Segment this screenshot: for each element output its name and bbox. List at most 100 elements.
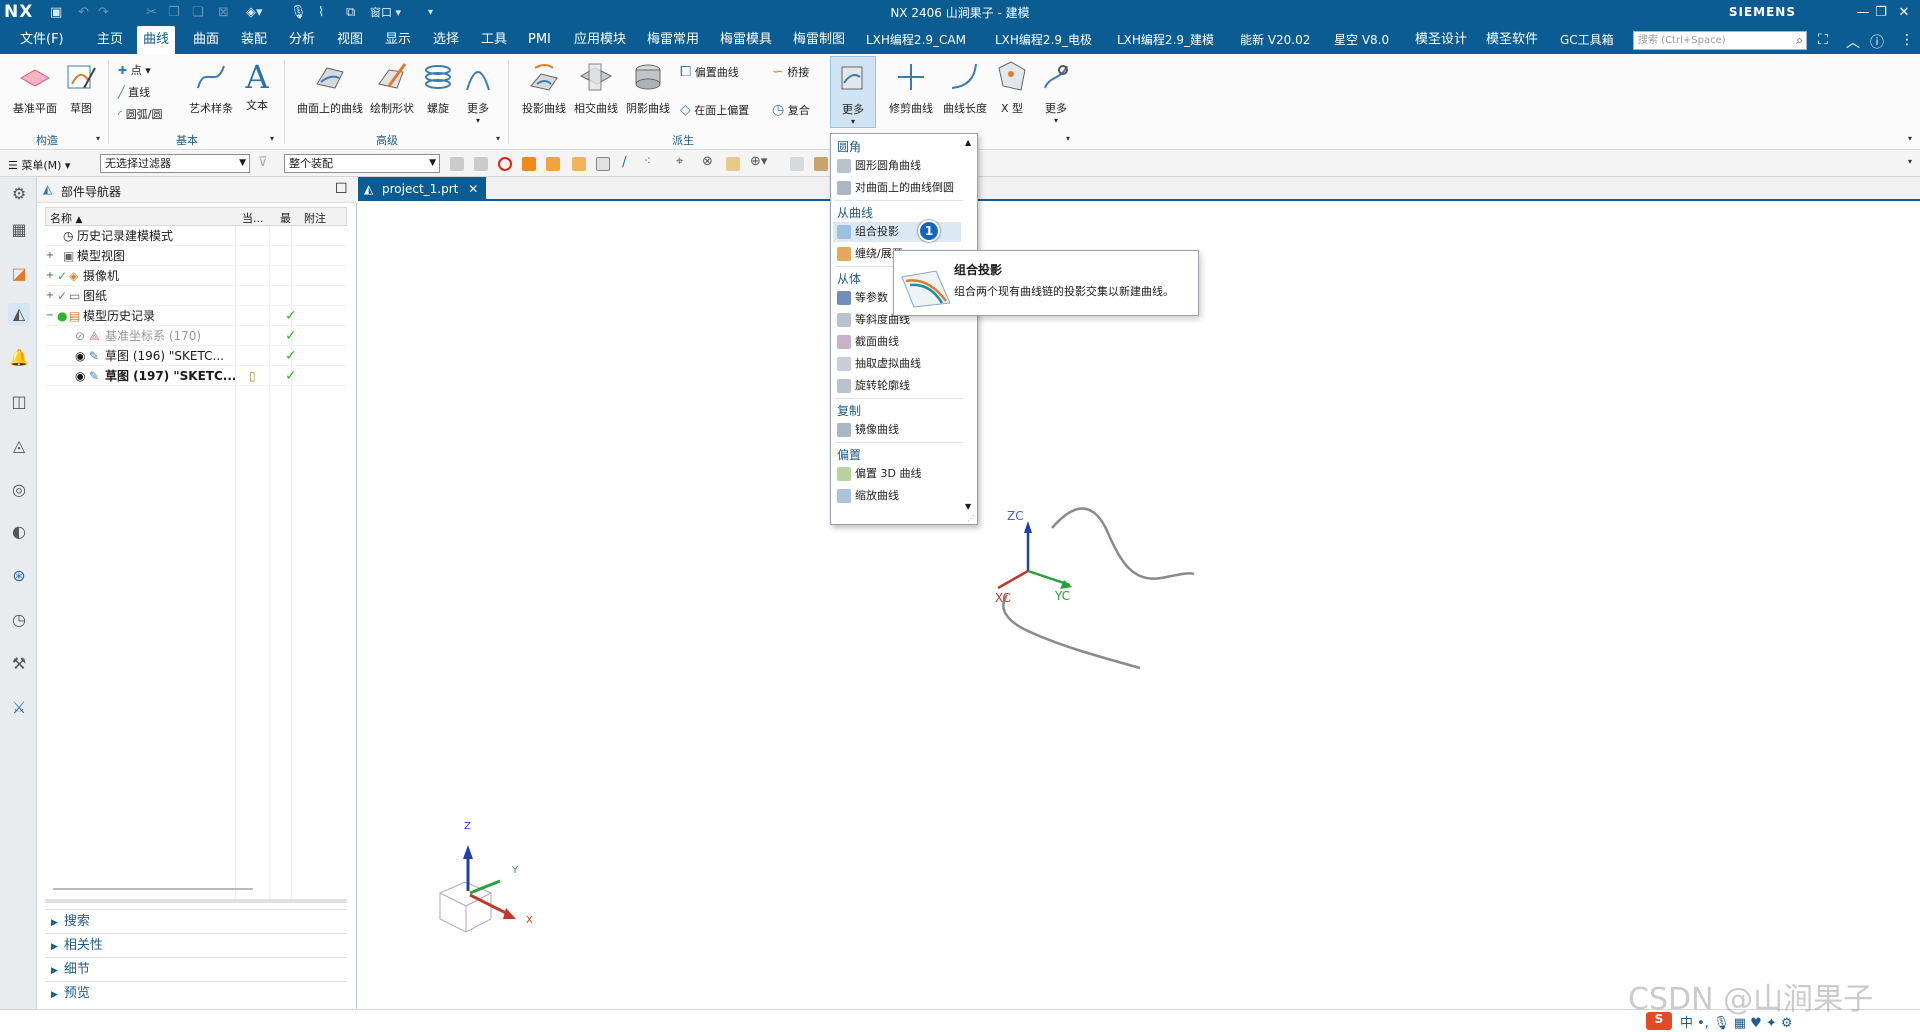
x-form-button[interactable]: X 型 <box>992 60 1032 116</box>
offset-curve-button[interactable]: ⧠ 偏置曲线 <box>680 64 739 80</box>
column-current[interactable]: 当... <box>242 210 264 226</box>
collapse-icon[interactable]: − <box>45 306 55 326</box>
menu-item-extract-virtual-curve[interactable]: 抽取虚拟曲线 <box>833 354 961 374</box>
tab-lxh-modeling[interactable]: LXH编程2.9_建模 <box>1117 26 1214 54</box>
tab-gc-toolbox[interactable]: GC工具箱 <box>1560 26 1614 54</box>
tree-row-cameras[interactable]: + ✓ ◈ 摄像机 <box>45 266 347 286</box>
tab-view[interactable]: 视图 <box>337 26 363 54</box>
select-feature-icon[interactable] <box>450 157 464 171</box>
tab-display[interactable]: 显示 <box>385 26 411 54</box>
assembly-navigator-icon[interactable]: ▦ <box>8 219 30 241</box>
help-icon[interactable]: ⓘ <box>1870 32 1884 52</box>
more-options-icon[interactable]: ⋮ <box>1900 32 1914 48</box>
expand-icon[interactable]: + <box>45 266 55 286</box>
scroll-up-icon[interactable]: ▲ <box>965 138 971 147</box>
project-curve-button[interactable]: 投影曲线 <box>518 60 570 116</box>
select-arc-center-icon[interactable]: ⊗ <box>702 154 713 169</box>
system-materials-icon[interactable]: ⚒ <box>8 653 30 675</box>
no-select-icon[interactable] <box>498 157 512 171</box>
curve-on-surface-button[interactable]: 曲面上的曲线 <box>294 60 366 116</box>
tree-row-sketch-197[interactable]: ◉ ✎ 草图 (197) "SKETC... ▯ ✓ <box>45 366 347 386</box>
tab-meilei-drafting[interactable]: 梅雷制图 <box>793 26 845 54</box>
tab-tools[interactable]: 工具 <box>481 26 507 54</box>
collapse-ribbon-icon[interactable]: ︿ <box>1846 32 1860 52</box>
draw-shape-button[interactable]: 绘制形状 <box>366 60 418 116</box>
triad-y-axis[interactable] <box>469 879 501 895</box>
selection-scope-select[interactable]: 整个装配 ▼ <box>284 154 440 173</box>
more-derived-button[interactable]: 更多 ▾ <box>830 56 876 128</box>
expand-icon[interactable]: + <box>45 286 55 306</box>
select-points-icon[interactable]: ⁖ <box>644 154 651 168</box>
close-icon[interactable]: ✕ <box>1893 3 1915 23</box>
tab-pmi[interactable]: PMI <box>528 26 551 54</box>
column-latest[interactable]: 最 <box>280 210 291 226</box>
tab-mosheng-software[interactable]: 模圣软件 <box>1486 26 1538 54</box>
select-vertex-icon[interactable]: ⌖ <box>676 154 683 169</box>
tree-row-history-mode[interactable]: ◷ 历史记录建模模式 <box>45 226 347 246</box>
trim-curve-button[interactable]: 修剪曲线 <box>884 60 938 116</box>
eye-hidden-icon[interactable]: ⊘ <box>75 326 85 346</box>
line-button[interactable]: ╱ 直线 <box>118 84 150 100</box>
ribbon-options-icon[interactable]: ▾ <box>1908 134 1912 143</box>
composite-curve-button[interactable]: ◷ 复合 <box>772 102 810 118</box>
arc-circle-button[interactable]: ◜ 圆弧/圆 <box>118 106 162 122</box>
bell-icon[interactable]: 🔔 <box>8 347 30 369</box>
toolbar-options-icon[interactable]: ▾ <box>1908 157 1912 166</box>
part-navigator-icon[interactable]: ◭ <box>8 303 30 325</box>
more-advanced-button[interactable]: 更多 ▾ <box>458 60 498 125</box>
intersection-curve-button[interactable]: 相交曲线 <box>570 60 622 116</box>
type-filter-select[interactable]: 无选择过滤器 ▼ <box>100 154 250 173</box>
column-name[interactable]: 名称 ▲ <box>50 210 82 226</box>
sketch-button[interactable]: 草图 <box>62 60 100 116</box>
menu-item-mirror-curve[interactable]: 镜像曲线 <box>833 420 961 440</box>
maximize-panel-icon[interactable]: ☐ <box>335 181 348 197</box>
sketch-curve-lower[interactable] <box>1002 594 1141 670</box>
snap-point-icon[interactable]: ⊕▾ <box>750 154 767 169</box>
point-button[interactable]: ✚ 点 ▾ <box>118 62 151 78</box>
section-search[interactable]: ▶ 搜索 <box>45 909 347 933</box>
web-browser-icon[interactable]: ◎ <box>8 479 30 501</box>
process-studio-icon[interactable]: ◐ <box>8 521 30 543</box>
select-box-icon[interactable] <box>814 157 828 171</box>
select-solid-icon[interactable] <box>522 157 536 171</box>
select-body-face-icon[interactable] <box>596 157 610 171</box>
tree-row-model-history[interactable]: − ● ▤ 模型历史记录 ✓ <box>45 306 347 326</box>
offset-in-face-button[interactable]: ◇ 在面上偏置 <box>680 102 749 118</box>
tab-select[interactable]: 选择 <box>433 26 459 54</box>
restore-icon[interactable]: ❐ <box>1870 3 1892 23</box>
gear-icon[interactable]: ⚙ <box>8 183 30 205</box>
section-preview[interactable]: ▶ 预览 <box>45 981 347 1005</box>
menu-button[interactable]: ☰ 菜单(M) ▾ <box>8 157 70 173</box>
curve-length-button[interactable]: 曲线长度 <box>938 60 992 116</box>
sketch-curve-upper[interactable] <box>1051 507 1195 580</box>
select-sheet-icon[interactable] <box>572 157 586 171</box>
constraint-navigator-icon[interactable]: ◪ <box>8 263 30 285</box>
search-icon[interactable]: ⌕ <box>1796 32 1803 49</box>
tree-row-model-views[interactable]: + ▣ 模型视图 <box>45 246 347 266</box>
eye-icon[interactable]: ◉ <box>75 366 85 386</box>
section-dependencies[interactable]: ▶ 相关性 <box>45 933 347 957</box>
tree-row-datum-csys[interactable]: ⊘ ⟁ 基准坐标系 (170) ✓ <box>45 326 347 346</box>
tab-assembly[interactable]: 装配 <box>241 26 267 54</box>
reuse-library-icon[interactable]: ◫ <box>8 391 30 413</box>
menu-item-offset-3d-curve[interactable]: 偏置 3D 曲线 <box>833 464 961 484</box>
menu-item-scale-curve[interactable]: 缩放曲线 <box>833 486 961 506</box>
tab-xingkong[interactable]: 星空 V8.0 <box>1334 26 1389 54</box>
select-curve-icon[interactable]: ∕ <box>622 154 627 170</box>
command-search-input[interactable]: 搜索 (Ctrl+Space) ⌕ <box>1633 31 1807 50</box>
graphics-window[interactable]: ZC XC YC Z X Y <box>358 203 1920 1009</box>
more-edit-button[interactable]: 更多 ▾ <box>1036 60 1076 125</box>
menu-item-circular-fillet-curve[interactable]: 圆形圆角曲线 <box>833 156 961 176</box>
tab-applications[interactable]: 应用模块 <box>574 26 626 54</box>
chevron-down-icon[interactable]: ▾ <box>1066 134 1070 143</box>
tab-analysis[interactable]: 分析 <box>289 26 315 54</box>
history-clock-icon[interactable]: ◷ <box>8 609 30 631</box>
tree-row-drawings[interactable]: + ✓ ▭ 图纸 <box>45 286 347 306</box>
tab-lxh-electrode[interactable]: LXH编程2.9_电极 <box>995 26 1092 54</box>
panel-splitter[interactable] <box>45 899 347 903</box>
tab-lxh-cam[interactable]: LXH编程2.9_CAM <box>866 26 966 54</box>
menu-item-fillet-curves-on-face[interactable]: 对曲面上的曲线倒圆 <box>833 178 961 198</box>
tab-surface[interactable]: 曲面 <box>193 26 219 54</box>
section-details[interactable]: ▶ 细节 <box>45 957 347 981</box>
helix-button[interactable]: 螺旋 <box>418 60 458 116</box>
